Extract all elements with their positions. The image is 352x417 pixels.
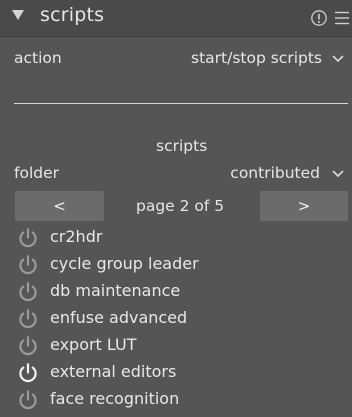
- collapse-arrow-icon[interactable]: [12, 10, 24, 20]
- module-header[interactable]: scripts: [0, 0, 352, 37]
- power-toggle-icon[interactable]: [17, 362, 39, 384]
- action-label: action: [14, 49, 62, 67]
- power-toggle-icon[interactable]: [17, 335, 39, 357]
- prev-page-button[interactable]: <: [15, 191, 104, 221]
- presets-menu-icon[interactable]: [333, 9, 351, 27]
- power-toggle-icon[interactable]: [17, 227, 39, 249]
- section-title: scripts: [156, 137, 208, 155]
- action-dropdown[interactable]: start/stop scripts: [170, 45, 348, 73]
- script-row[interactable]: face recognition: [14, 387, 344, 414]
- script-row[interactable]: cr2hdr: [14, 225, 344, 252]
- info-icon[interactable]: [310, 9, 328, 27]
- folder-label: folder: [14, 164, 59, 182]
- module-title: scripts: [40, 4, 105, 26]
- power-toggle-icon[interactable]: [17, 389, 39, 411]
- script-command-input[interactable]: [14, 103, 348, 104]
- script-name: export LUT: [50, 335, 137, 354]
- script-row[interactable]: export LUT: [14, 333, 344, 360]
- power-toggle-icon[interactable]: [17, 281, 39, 303]
- action-value: start/stop scripts: [191, 49, 322, 67]
- chevron-down-icon: [332, 55, 344, 63]
- script-row[interactable]: cycle group leader: [14, 252, 344, 279]
- script-row[interactable]: external editors: [14, 360, 344, 387]
- next-page-button[interactable]: >: [260, 191, 348, 221]
- script-name: enfuse advanced: [50, 308, 188, 327]
- script-name: cycle group leader: [50, 254, 199, 273]
- script-name: face recognition: [50, 389, 180, 408]
- folder-dropdown[interactable]: contributed: [200, 160, 348, 188]
- power-toggle-icon[interactable]: [17, 308, 39, 330]
- folder-value: contributed: [230, 164, 320, 182]
- script-name: external editors: [50, 362, 177, 381]
- script-row[interactable]: db maintenance: [14, 279, 344, 306]
- page-indicator: page 2 of 5: [136, 197, 225, 215]
- script-name: db maintenance: [50, 281, 181, 300]
- chevron-down-icon: [332, 170, 344, 178]
- script-row[interactable]: enfuse advanced: [14, 306, 344, 333]
- power-toggle-icon[interactable]: [17, 254, 39, 276]
- script-name: cr2hdr: [50, 227, 103, 246]
